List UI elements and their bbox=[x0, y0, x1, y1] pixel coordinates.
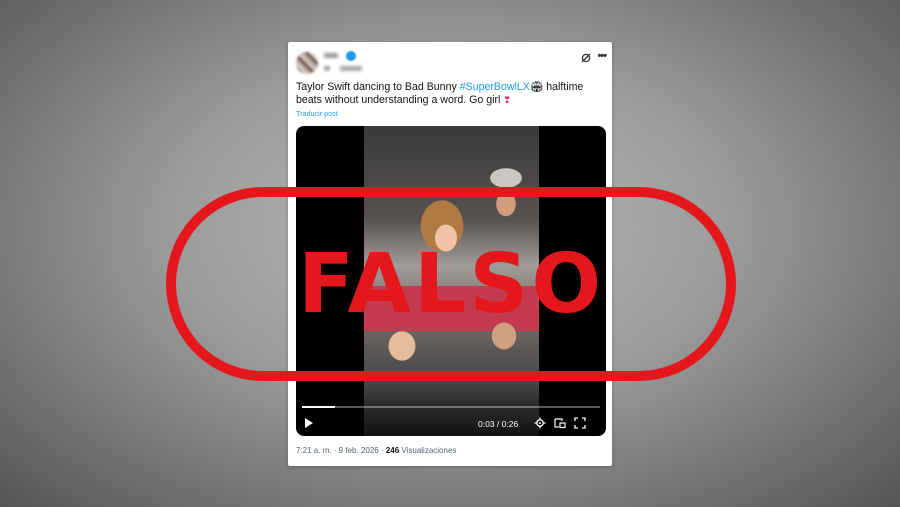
post-text-part: Taylor Swift dancing to Bad Bunny bbox=[296, 81, 460, 93]
video-player[interactable]: 0:03 / 0:26 bbox=[296, 126, 606, 436]
video-time: 0:03 / 0:26 bbox=[478, 419, 519, 429]
author-avatar[interactable] bbox=[296, 52, 318, 74]
play-icon[interactable] bbox=[305, 418, 313, 428]
author-handle-blurred[interactable] bbox=[340, 66, 362, 71]
picture-in-picture-icon[interactable] bbox=[554, 416, 566, 429]
heart-emoji-icon: ❣ bbox=[503, 95, 511, 105]
fullscreen-icon[interactable] bbox=[574, 416, 586, 429]
author-meta-blurred bbox=[324, 66, 330, 71]
post-card: ••• Taylor Swift dancing to Bad Bunny #S… bbox=[288, 42, 612, 466]
views-label: Visualizaciones bbox=[399, 446, 457, 455]
video-progress-bar[interactable] bbox=[302, 406, 600, 408]
more-options-icon[interactable]: ••• bbox=[597, 50, 607, 62]
verified-badge-icon bbox=[346, 51, 356, 61]
post-timestamp[interactable]: 7:21 a. m. · 9 feb. 2026 · bbox=[296, 446, 386, 455]
video-progress-fill bbox=[302, 406, 335, 408]
post-text: Taylor Swift dancing to Bad Bunny #Super… bbox=[296, 81, 604, 107]
stadium-emoji-icon: 🏟 bbox=[529, 81, 544, 93]
post-metadata: 7:21 a. m. · 9 feb. 2026 · 246 Visualiza… bbox=[296, 446, 456, 455]
settings-icon[interactable] bbox=[534, 416, 546, 429]
video-frame[interactable] bbox=[364, 126, 539, 436]
translate-post-link[interactable]: Traducir post bbox=[296, 109, 338, 118]
views-count: 246 bbox=[385, 446, 400, 455]
hashtag-link[interactable]: #SuperBowlLX bbox=[460, 81, 530, 93]
author-name-blurred[interactable] bbox=[324, 53, 338, 58]
grok-icon[interactable] bbox=[580, 51, 592, 63]
